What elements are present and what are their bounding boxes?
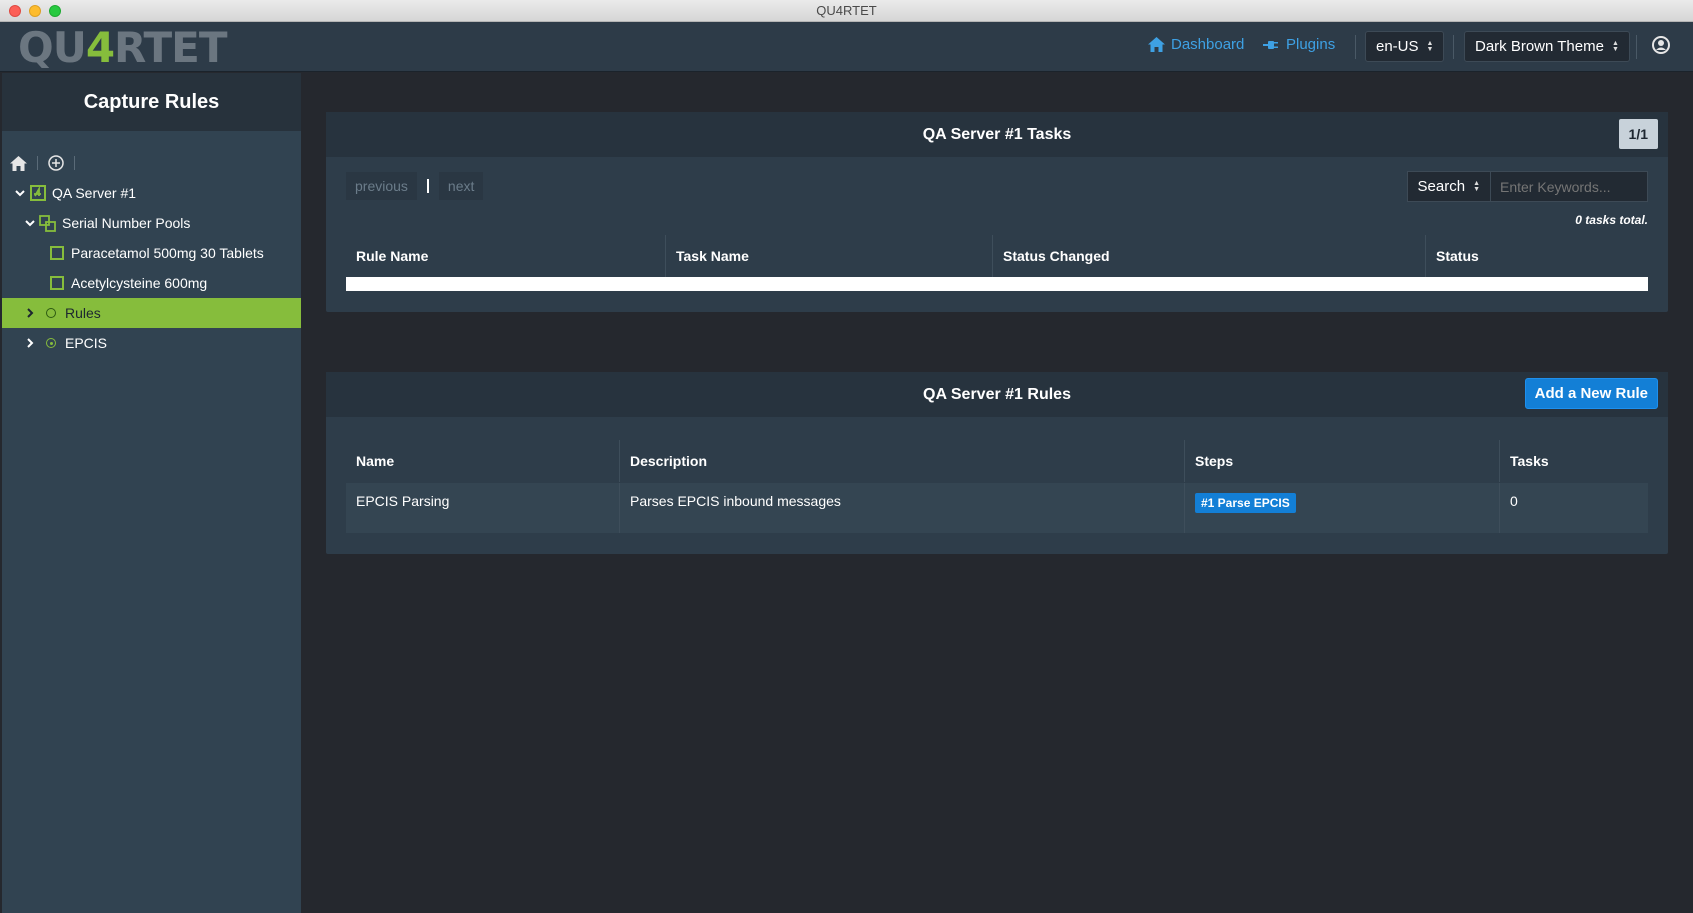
nav-plugins-label: Plugins bbox=[1286, 36, 1336, 53]
updown-icon: ▲ ▼ bbox=[1611, 39, 1619, 53]
column-header[interactable]: Tasks bbox=[1500, 440, 1648, 482]
top-navbar: QU4RTET Dashboard Plugins en-US ▲ ▼ Dark … bbox=[0, 22, 1693, 72]
tree-rules-label: Rules bbox=[65, 305, 101, 321]
nav-plugins-link[interactable]: Plugins bbox=[1263, 36, 1335, 53]
pool-square-icon bbox=[50, 246, 64, 260]
nav-divider bbox=[1636, 35, 1637, 59]
logo-suffix: RTET bbox=[114, 23, 227, 72]
tasks-panel-header: QA Server #1 Tasks 1/1 bbox=[326, 112, 1668, 157]
server-logo-icon bbox=[30, 185, 46, 201]
column-header[interactable]: Description bbox=[620, 440, 1185, 482]
rules-panel-title: QA Server #1 Rules bbox=[923, 385, 1071, 403]
add-circle-icon[interactable] bbox=[48, 155, 64, 171]
locale-value: en-US bbox=[1376, 38, 1419, 55]
column-header[interactable]: Steps bbox=[1185, 440, 1500, 482]
tree-item-epcis[interactable]: EPCIS bbox=[2, 328, 301, 358]
search-field-select[interactable]: Search ▲ ▼ bbox=[1406, 171, 1491, 202]
pager-divider bbox=[426, 179, 429, 193]
step-badge[interactable]: #1 Parse EPCIS bbox=[1195, 493, 1296, 513]
home-icon[interactable] bbox=[10, 155, 27, 171]
column-header[interactable]: Status bbox=[1426, 235, 1648, 277]
add-rule-button[interactable]: Add a New Rule bbox=[1524, 378, 1658, 409]
home-icon bbox=[1148, 37, 1165, 52]
tree-item-server[interactable]: QA Server #1 bbox=[2, 178, 301, 208]
tasks-table-body bbox=[346, 277, 1648, 291]
rules-table-header: Name Description Steps Tasks bbox=[346, 440, 1648, 482]
rule-tasks-cell: 0 bbox=[1510, 493, 1518, 509]
toolbar-divider bbox=[74, 156, 75, 170]
tree-pool-label: Paracetamol 500mg 30 Tablets bbox=[71, 245, 264, 261]
column-header[interactable]: Task Name bbox=[666, 235, 993, 277]
logo-prefix: QU bbox=[18, 23, 87, 72]
rule-steps-cell: #1 Parse EPCIS bbox=[1185, 483, 1500, 533]
search-input[interactable] bbox=[1491, 171, 1648, 202]
target-icon bbox=[46, 308, 56, 318]
tasks-panel-title: QA Server #1 Tasks bbox=[922, 125, 1072, 143]
tree-item-rules[interactable]: Rules bbox=[2, 298, 301, 328]
tree-toolbar bbox=[10, 155, 75, 171]
toolbar-divider bbox=[37, 156, 38, 170]
updown-icon: ▲ ▼ bbox=[1426, 39, 1434, 53]
tree-item-pool[interactable]: Acetylcysteine 600mg bbox=[2, 268, 301, 298]
search-group: Search ▲ ▼ bbox=[1406, 171, 1648, 202]
nav-divider bbox=[1355, 35, 1356, 59]
next-button[interactable]: next bbox=[438, 172, 484, 200]
tree-pool-label: Acetylcysteine 600mg bbox=[71, 275, 208, 291]
nav-dashboard-label: Dashboard bbox=[1171, 36, 1245, 53]
rules-panel-header: QA Server #1 Rules Add a New Rule bbox=[326, 372, 1668, 417]
sidebar-title: Capture Rules bbox=[2, 73, 301, 131]
pools-icon bbox=[39, 214, 56, 232]
tasks-total: 0 tasks total. bbox=[1575, 213, 1648, 227]
column-header[interactable]: Name bbox=[346, 440, 620, 482]
target-icon bbox=[46, 338, 56, 348]
chevron-down-icon[interactable] bbox=[24, 217, 36, 229]
sidebar: Capture Rules QA Server #1 Serial Number… bbox=[2, 73, 301, 913]
previous-button[interactable]: previous bbox=[346, 172, 417, 200]
pagination: previous next bbox=[346, 172, 484, 200]
rules-panel: QA Server #1 Rules Add a New Rule Name D… bbox=[326, 372, 1668, 554]
search-label: Search bbox=[1417, 178, 1466, 195]
chevron-right-icon[interactable] bbox=[24, 307, 36, 319]
tasks-panel: QA Server #1 Tasks 1/1 previous next Sea… bbox=[326, 112, 1668, 312]
chevron-right-icon[interactable] bbox=[24, 337, 36, 349]
plug-icon bbox=[1263, 40, 1278, 49]
window-titlebar: QU4RTET bbox=[0, 0, 1693, 22]
user-icon[interactable] bbox=[1652, 36, 1670, 56]
logo-four: 4 bbox=[85, 23, 115, 72]
tree-item-pool[interactable]: Paracetamol 500mg 30 Tablets bbox=[2, 238, 301, 268]
window-title: QU4RTET bbox=[816, 3, 877, 18]
pool-square-icon bbox=[50, 276, 64, 290]
rule-name-cell[interactable]: EPCIS Parsing bbox=[346, 483, 620, 533]
nav-dashboard-link[interactable]: Dashboard bbox=[1148, 36, 1244, 53]
page-indicator: 1/1 bbox=[1618, 119, 1658, 149]
rule-description-cell: Parses EPCIS inbound messages bbox=[620, 483, 1185, 533]
locale-select[interactable]: en-US ▲ ▼ bbox=[1365, 31, 1445, 62]
table-row[interactable]: EPCIS Parsing Parses EPCIS inbound messa… bbox=[346, 483, 1648, 533]
tree-item-serial-pools[interactable]: Serial Number Pools bbox=[2, 208, 301, 238]
theme-select[interactable]: Dark Brown Theme ▲ ▼ bbox=[1464, 31, 1630, 62]
column-header[interactable]: Rule Name bbox=[346, 235, 666, 277]
tasks-table-header: Rule Name Task Name Status Changed Statu… bbox=[346, 235, 1648, 277]
updown-icon: ▲ ▼ bbox=[1473, 179, 1480, 193]
tree-epcis-label: EPCIS bbox=[65, 335, 108, 351]
theme-value: Dark Brown Theme bbox=[1475, 38, 1604, 55]
chevron-down-icon[interactable] bbox=[14, 187, 26, 199]
tree-serial-pools-label: Serial Number Pools bbox=[62, 215, 191, 231]
tree-server-label: QA Server #1 bbox=[52, 185, 137, 201]
nav-divider bbox=[1453, 35, 1454, 59]
column-header[interactable]: Status Changed bbox=[993, 235, 1426, 277]
app-logo[interactable]: QU4RTET bbox=[18, 23, 228, 72]
